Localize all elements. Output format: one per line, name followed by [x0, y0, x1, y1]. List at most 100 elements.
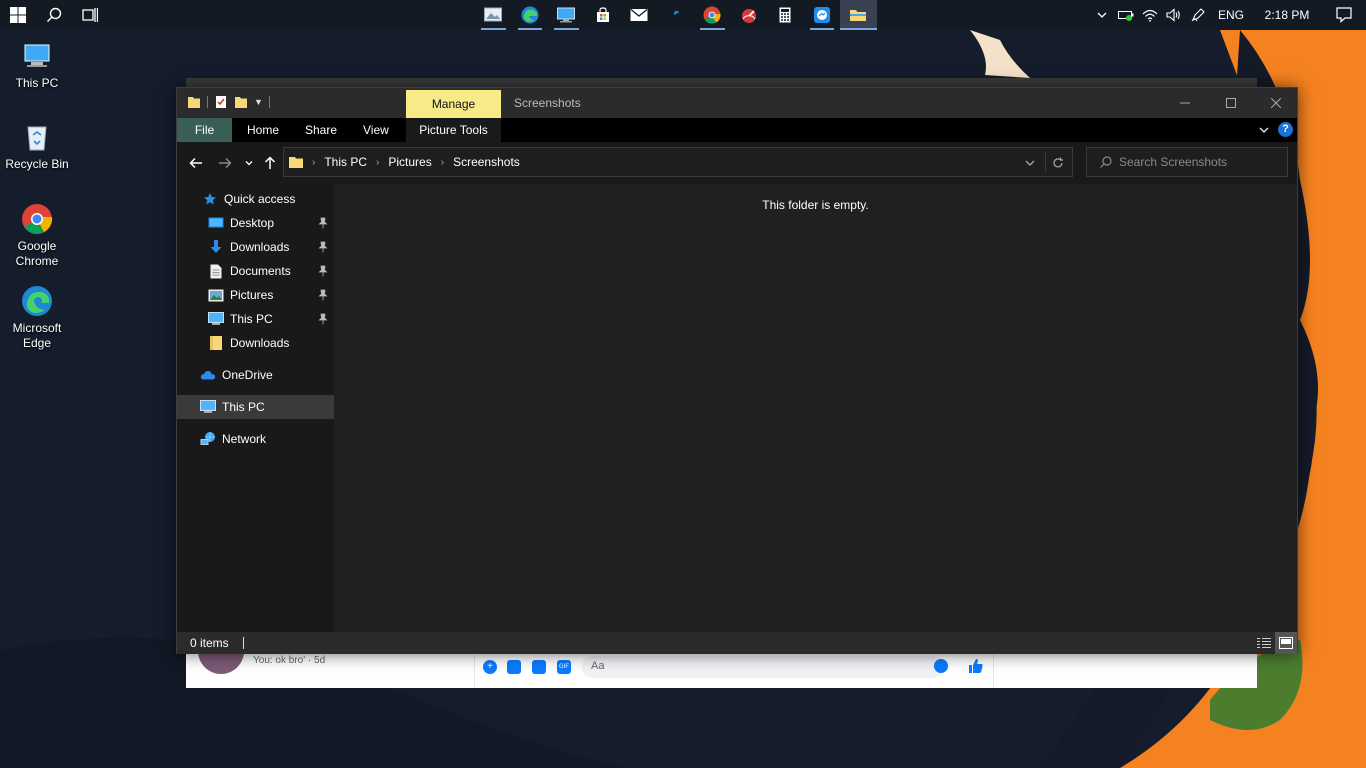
close-button[interactable]	[1253, 88, 1299, 118]
forward-button[interactable]	[213, 151, 237, 175]
breadcrumb-pictures[interactable]: Pictures	[388, 155, 431, 169]
action-center-button[interactable]	[1322, 0, 1366, 30]
large-icons-view-icon	[1279, 637, 1293, 649]
pen-icon	[1191, 8, 1205, 22]
nav-item-quick-access[interactable]: Quick access	[177, 187, 334, 211]
back-button[interactable]	[184, 151, 208, 175]
nav-item-this-pc-pinned[interactable]: This PC	[177, 307, 334, 331]
image-icon[interactable]	[507, 660, 521, 674]
taskbar-app-calculator[interactable]	[767, 0, 804, 30]
taskbar-app-mail[interactable]	[621, 0, 658, 30]
taskbar-app-speedtest[interactable]	[731, 0, 768, 30]
clock[interactable]: 2:18 PM	[1252, 8, 1322, 22]
pin-icon[interactable]	[318, 241, 328, 253]
pin-icon[interactable]	[318, 313, 328, 325]
battery-button[interactable]	[1114, 0, 1138, 30]
search-icon	[1100, 156, 1112, 168]
desktop-icon-recycle-bin[interactable]: Recycle Bin	[2, 121, 72, 172]
wifi-button[interactable]	[1138, 0, 1162, 30]
tab-manage[interactable]: Manage	[406, 90, 501, 118]
navigation-bar: › This PC › Pictures › Screenshots Searc…	[177, 142, 1297, 184]
desktop-icon-microsoft-edge[interactable]: Microsoft Edge	[2, 285, 72, 351]
taskbar-app-edge-dev[interactable]	[658, 0, 695, 30]
start-button[interactable]	[0, 0, 36, 30]
nav-item-pictures[interactable]: Pictures	[177, 283, 334, 307]
gif-icon[interactable]: GIF	[557, 660, 571, 674]
taskbar-app-photos[interactable]	[475, 0, 512, 30]
notification-icon	[1336, 7, 1352, 23]
breadcrumb-separator-icon[interactable]: ›	[376, 157, 379, 168]
file-list-area[interactable]: This folder is empty.	[334, 184, 1297, 632]
nav-item-documents[interactable]: Documents	[177, 259, 334, 283]
taskbar-app-remote-desktop[interactable]	[548, 0, 585, 30]
title-bar[interactable]: ▼ Manage Screenshots	[177, 88, 1297, 118]
nav-item-network[interactable]: Network	[177, 427, 334, 451]
star-icon	[202, 191, 218, 207]
breadcrumb-screenshots[interactable]: Screenshots	[453, 155, 520, 169]
thumbs-up-icon[interactable]	[967, 657, 985, 675]
pin-icon[interactable]	[318, 289, 328, 301]
pin-icon[interactable]	[318, 217, 328, 229]
taskbar-app-edge[interactable]	[512, 0, 549, 30]
breadcrumb-this-pc[interactable]: This PC	[324, 155, 367, 169]
taskbar-app-messenger[interactable]	[804, 0, 841, 30]
file-explorer-window[interactable]: ▼ Manage Screenshots File Home Share Vie…	[176, 87, 1298, 654]
message-input[interactable]: Aa	[582, 656, 944, 678]
navigation-pane: Quick access Desktop Downloads Documents…	[177, 184, 334, 632]
plus-icon[interactable]: +	[483, 660, 497, 674]
pen-workspace-button[interactable]	[1186, 0, 1210, 30]
edge-dev-icon	[673, 10, 679, 15]
nav-item-downloads[interactable]: Downloads	[177, 235, 334, 259]
refresh-icon[interactable]	[1052, 157, 1064, 169]
address-bar[interactable]: › This PC › Pictures › Screenshots	[283, 147, 1073, 177]
up-button[interactable]	[258, 151, 282, 175]
large-icons-view-button[interactable]	[1275, 632, 1297, 654]
nav-item-label: Documents	[230, 264, 291, 278]
language-indicator[interactable]: ENG	[1210, 8, 1252, 22]
breadcrumb-separator-icon[interactable]: ›	[312, 157, 315, 168]
minimize-button[interactable]	[1162, 88, 1208, 118]
sticker-icon[interactable]	[532, 660, 546, 674]
conversation-preview[interactable]: You: ok bro' · 5d	[253, 655, 325, 666]
taskbar-app-file-explorer[interactable]	[840, 0, 877, 30]
desktop-icon-label: Google Chrome	[15, 239, 59, 268]
search-icon	[47, 7, 62, 22]
desktop-icon-this-pc[interactable]: This PC	[2, 40, 72, 91]
help-icon[interactable]: ?	[1278, 122, 1293, 137]
folder-icon[interactable]	[187, 95, 201, 109]
address-dropdown-chevron-icon[interactable]	[1024, 157, 1036, 169]
tab-share[interactable]: Share	[291, 118, 351, 142]
desktop-icon-google-chrome[interactable]: Google Chrome	[2, 203, 72, 269]
customize-toolbar-chevron-icon[interactable]: ▼	[254, 97, 263, 107]
maximize-button[interactable]	[1208, 88, 1254, 118]
folder-icon	[289, 157, 303, 168]
task-view-button[interactable]	[72, 0, 108, 30]
calculator-icon	[779, 7, 791, 23]
tab-home[interactable]: Home	[233, 118, 293, 142]
edge-icon	[521, 6, 539, 24]
new-folder-icon[interactable]	[234, 95, 248, 109]
windows-logo-icon	[10, 7, 26, 23]
nav-item-this-pc[interactable]: This PC	[177, 395, 334, 419]
file-explorer-icon	[850, 10, 867, 21]
nav-item-downloads-recent[interactable]: Downloads	[177, 331, 334, 355]
breadcrumb-separator-icon[interactable]: ›	[441, 157, 444, 168]
pin-icon[interactable]	[318, 265, 328, 277]
nav-item-desktop[interactable]: Desktop	[177, 211, 334, 235]
nav-item-label: OneDrive	[222, 368, 273, 382]
tab-file[interactable]: File	[177, 118, 232, 142]
search-input[interactable]: Search Screenshots	[1086, 147, 1288, 177]
taskbar-app-store[interactable]	[585, 0, 622, 30]
tab-picture-tools[interactable]: Picture Tools	[406, 118, 501, 142]
close-icon	[1271, 98, 1281, 108]
volume-button[interactable]	[1162, 0, 1186, 30]
nav-item-onedrive[interactable]: OneDrive	[177, 363, 334, 387]
show-hidden-icons-button[interactable]	[1090, 0, 1114, 30]
emoji-icon[interactable]	[934, 659, 948, 673]
search-button[interactable]	[36, 0, 72, 30]
details-view-button[interactable]	[1253, 632, 1275, 654]
properties-icon[interactable]	[214, 95, 228, 109]
taskbar-app-chrome[interactable]	[694, 0, 731, 30]
expand-ribbon-chevron-icon[interactable]	[1258, 124, 1270, 136]
tab-view[interactable]: View	[349, 118, 403, 142]
